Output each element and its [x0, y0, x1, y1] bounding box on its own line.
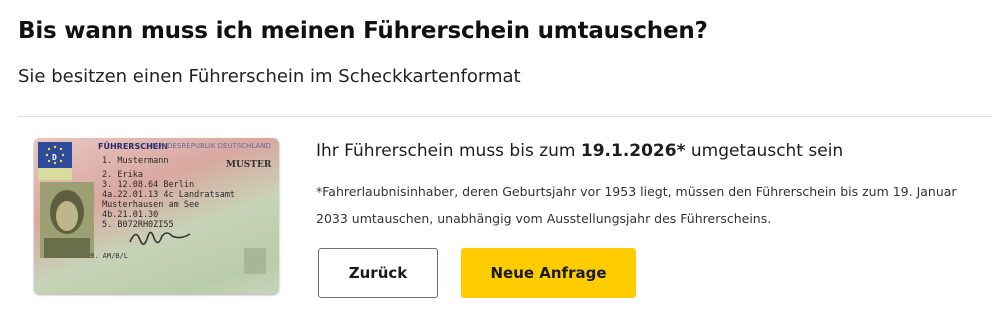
drivers-license-card-image: FÜHRERSCHEIN BUNDESREPUBLIK DEUTSCHLAND …	[34, 138, 279, 294]
page-title: Bis wann muss ich meinen Führerschein um…	[18, 18, 708, 44]
deadline-text: Ihr Führerschein muss bis zum 19.1.2026*…	[316, 141, 843, 161]
card-line: 5. B072RH0ZI55	[102, 220, 174, 230]
card-country-code: D	[52, 153, 57, 162]
card-line: 4a.22.01.13 4c Landratsamt	[102, 190, 236, 200]
card-line: Musterhausen am See	[102, 200, 200, 210]
card-categories: 9. AM/B/L	[90, 252, 128, 260]
section-divider	[18, 116, 992, 117]
deadline-suffix: umgetauscht sein	[690, 141, 844, 161]
card-line: 3. 12.08.64 Berlin	[102, 180, 195, 190]
card-line: 1. Mustermann	[102, 156, 169, 166]
card-line: 4b.21.01.30	[102, 210, 159, 220]
back-button[interactable]: Zurück	[318, 248, 438, 298]
page-subtitle: Sie besitzen einen Führerschein im Schec…	[18, 66, 521, 87]
new-request-button[interactable]: Neue Anfrage	[461, 248, 636, 298]
footnote: *Fahrerlaubnisinhaber, deren Geburtsjahr…	[316, 184, 957, 226]
signature	[129, 231, 191, 245]
deadline-prefix: Ihr Führerschein muss bis zum	[316, 141, 576, 161]
card-header-country: BUNDESREPUBLIK DEUTSCHLAND	[152, 142, 271, 150]
card-muster-label: MUSTER	[226, 160, 272, 170]
deadline-date: 19.1.2026*	[580, 141, 686, 161]
card-line: 2. Erika	[102, 170, 143, 180]
